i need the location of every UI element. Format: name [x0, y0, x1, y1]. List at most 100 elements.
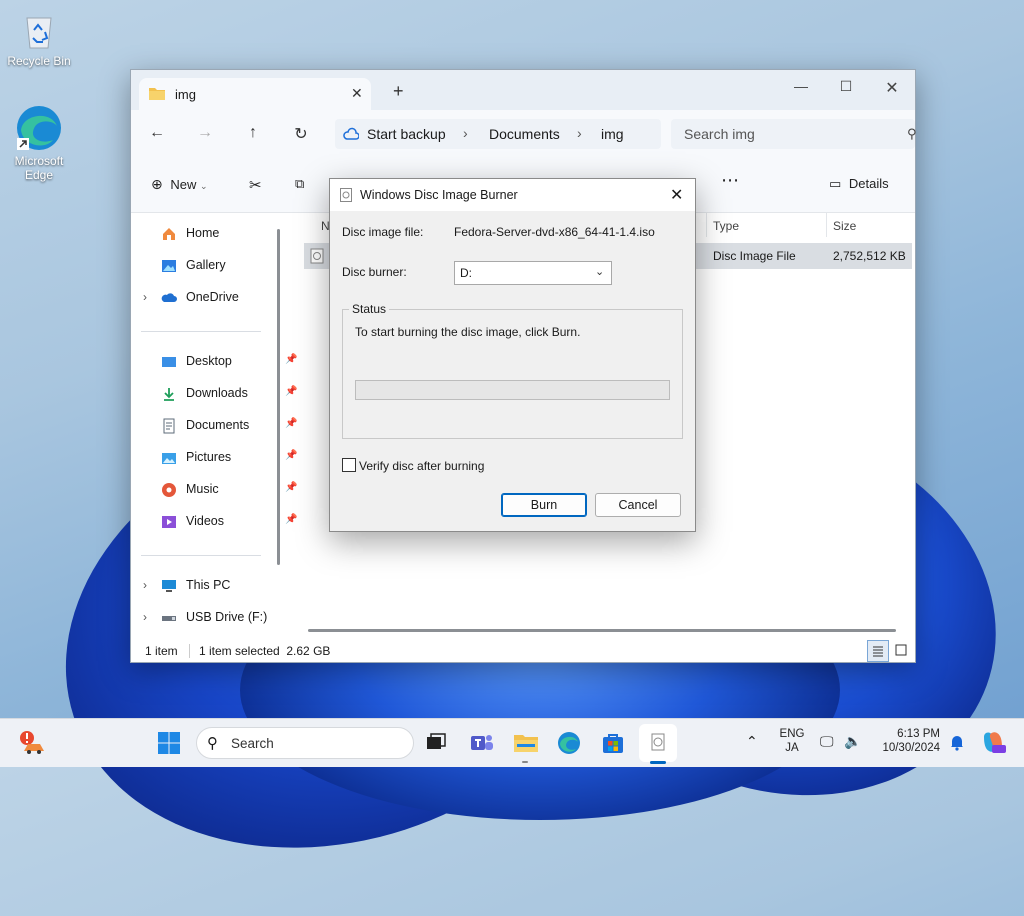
disc-burner-icon	[340, 188, 352, 205]
close-window-icon[interactable]: ✕	[882, 78, 902, 98]
task-view-icon[interactable]	[424, 731, 448, 755]
chevron-right-icon[interactable]: ›	[143, 578, 147, 592]
back-icon[interactable]: ←	[147, 124, 167, 142]
search-input[interactable]: Search img ⚲	[671, 119, 917, 149]
chevron-right-icon: ›	[577, 125, 582, 141]
microsoft-store-icon[interactable]	[601, 731, 625, 755]
divider	[141, 555, 261, 556]
disc-image-burner-dialog: Windows Disc Image Burner ✕ Disc image f…	[329, 178, 696, 532]
close-icon[interactable]: ✕	[670, 185, 683, 205]
chevron-down-icon: ⌄	[595, 266, 605, 278]
weather-alert-icon[interactable]	[18, 729, 44, 754]
sidebar-item-desktop[interactable]: Desktop 📌	[161, 351, 297, 373]
details-button[interactable]: ▭ Details	[829, 176, 889, 192]
language-code: ENG	[779, 728, 805, 740]
search-icon: ⚲	[207, 735, 218, 752]
chevron-right-icon[interactable]: ›	[143, 610, 147, 624]
edge-icon	[17, 104, 61, 150]
edge-icon[interactable]	[557, 731, 581, 755]
copy-icon[interactable]: ⧉	[295, 176, 304, 192]
clock-date: 10/30/2024	[882, 742, 940, 754]
tab-title: img	[175, 87, 196, 102]
sidebar-item-gallery[interactable]: Gallery	[161, 255, 279, 277]
crumb-documents[interactable]: Documents	[489, 126, 560, 142]
sidebar-item-videos[interactable]: Videos 📌	[161, 511, 297, 533]
minimize-icon[interactable]: —	[791, 78, 811, 94]
crumb-img[interactable]: img	[601, 126, 624, 142]
verify-disc-label[interactable]: Verify disc after burning	[359, 459, 484, 473]
disc-burner-task-icon[interactable]	[639, 724, 677, 762]
sidebar-scrollbar[interactable]	[277, 229, 280, 565]
sidebar-item-music[interactable]: Music 📌	[161, 479, 297, 501]
forward-icon[interactable]: →	[195, 124, 215, 142]
chevron-down-icon: ⌄	[200, 181, 208, 191]
sidebar-item-label: OneDrive	[186, 290, 239, 304]
file-explorer-icon[interactable]	[513, 731, 538, 755]
sidebar-item-label: Pictures	[186, 450, 232, 464]
details-view-icon[interactable]	[867, 640, 889, 662]
more-options-icon[interactable]: ⋯	[721, 170, 739, 191]
verify-disc-checkbox[interactable]	[342, 458, 356, 472]
tiles-view-icon[interactable]	[891, 640, 911, 660]
disc-burner-select[interactable]: D: ⌄	[454, 261, 612, 285]
clock-time: 6:13 PM	[897, 728, 940, 740]
new-button[interactable]: ⊕ New ⌄	[151, 176, 208, 193]
column-divider	[706, 213, 707, 237]
status-group-title: Status	[349, 302, 390, 316]
tab-img[interactable]: img ✕	[139, 78, 371, 110]
sidebar-item-documents[interactable]: Documents 📌	[161, 415, 297, 437]
details-label: Details	[848, 176, 889, 191]
disc-image-file-label: Disc image file:	[342, 225, 424, 239]
sidebar-item-downloads[interactable]: Downloads 📌	[161, 383, 297, 405]
computer-icon	[161, 578, 177, 594]
sidebar-item-this-pc[interactable]: This PC	[161, 575, 279, 597]
download-icon	[161, 386, 177, 402]
cut-icon[interactable]: ✂	[249, 176, 262, 194]
desktop-icon-edge[interactable]: Microsoft Edge	[2, 104, 76, 182]
sidebar-item-label: Home	[186, 226, 220, 240]
usb-drive-icon	[161, 610, 177, 626]
dialog-title: Windows Disc Image Burner	[360, 188, 518, 202]
disc-burner-label: Disc burner:	[342, 265, 407, 279]
volume-icon[interactable]: 🔈	[844, 733, 861, 750]
chevron-right-icon[interactable]: ›	[143, 290, 147, 304]
start-windows-icon[interactable]	[157, 731, 181, 755]
taskbar: ⚲ Search ⌃ ENG JA 🖵 🔈 6:13 PM 10/30/2024	[0, 718, 1024, 767]
close-tab-icon[interactable]: ✕	[351, 85, 363, 102]
divider	[141, 331, 261, 332]
sidebar-item-onedrive[interactable]: OneDrive	[161, 287, 279, 309]
navigation-pane: Home Gallery › OneDrive Desktop 📌 Downlo…	[131, 213, 297, 633]
language-indicator[interactable]: ENG JA	[776, 728, 808, 754]
new-tab-icon[interactable]: +	[393, 81, 404, 102]
document-icon	[161, 418, 177, 434]
sidebar-item-usb-drive[interactable]: USB Drive (F:)	[161, 607, 279, 629]
burn-button[interactable]: Burn	[501, 493, 587, 517]
cancel-button[interactable]: Cancel	[595, 493, 681, 517]
selection-info: 1 item selected 2.62 GB	[199, 644, 331, 658]
teams-icon[interactable]	[469, 731, 493, 755]
disc-burner-value: D:	[460, 266, 472, 280]
cloud-icon	[161, 290, 177, 306]
column-header-type[interactable]: Type	[713, 219, 739, 233]
sidebar-item-label: Documents	[186, 418, 250, 432]
maximize-icon[interactable]: ☐	[836, 78, 856, 95]
copilot-icon[interactable]	[980, 729, 1006, 755]
refresh-icon[interactable]: ↻	[291, 124, 311, 144]
clock[interactable]: 6:13 PM 10/30/2024	[874, 728, 940, 754]
gallery-icon	[161, 258, 177, 274]
horizontal-scrollbar[interactable]	[308, 629, 896, 632]
desktop-icon-recycle-bin[interactable]: Recycle Bin	[2, 10, 76, 68]
network-icon[interactable]: 🖵	[820, 733, 834, 750]
chevron-up-icon[interactable]: ⌃	[746, 733, 758, 750]
status-bar: 1 item 1 item selected 2.62 GB	[131, 640, 915, 662]
taskbar-search-input[interactable]: ⚲ Search	[196, 727, 414, 759]
sidebar-item-pictures[interactable]: Pictures 📌	[161, 447, 297, 469]
column-header-size[interactable]: Size	[833, 219, 856, 233]
sidebar-item-label: Desktop	[186, 354, 232, 368]
notification-bell-icon[interactable]	[948, 733, 966, 751]
breadcrumb[interactable]: Start backup › Documents › img	[335, 119, 661, 149]
up-icon[interactable]: ↑	[243, 124, 263, 142]
sidebar-item-home[interactable]: Home	[161, 223, 279, 245]
plus-circle-icon: ⊕	[151, 176, 163, 192]
crumb-start-backup[interactable]: Start backup	[367, 126, 446, 142]
